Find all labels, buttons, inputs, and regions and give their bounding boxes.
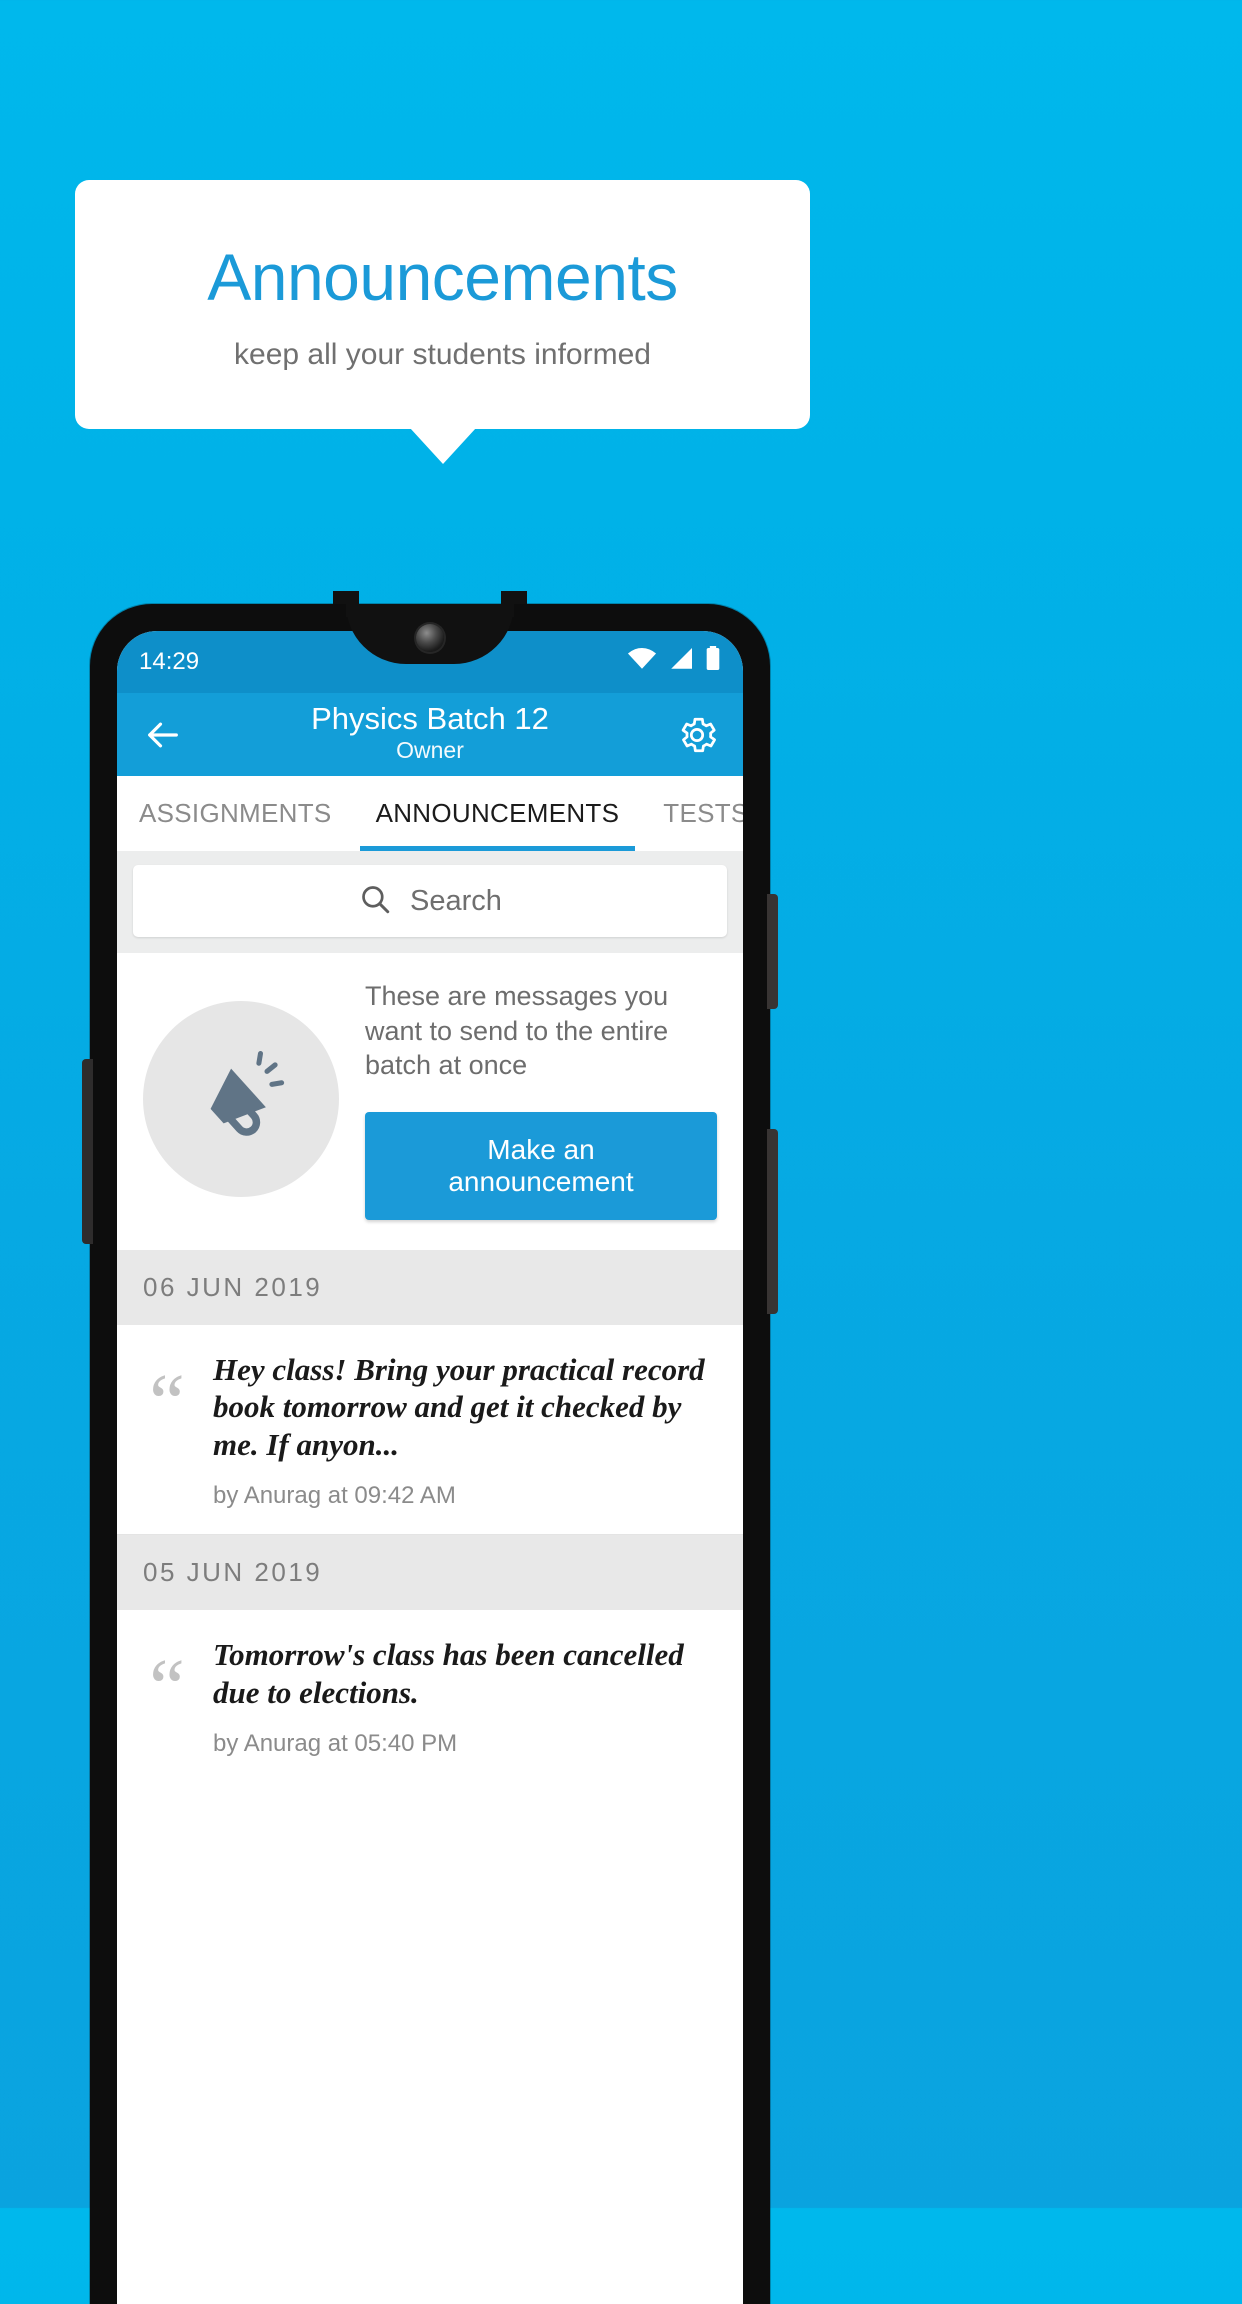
search-input[interactable]: Search [133, 865, 727, 937]
front-camera-icon [416, 624, 444, 652]
search-placeholder: Search [410, 884, 502, 917]
tab-announcements[interactable]: ANNOUNCEMENTS [354, 776, 642, 851]
search-icon [358, 882, 392, 921]
announcement-body: Hey class! Bring your practical record b… [213, 1351, 725, 1510]
announcement-item[interactable]: “ Tomorrow's class has been cancelled du… [117, 1610, 743, 1782]
tab-bar[interactable]: ASSIGNMENTS ANNOUNCEMENTS TESTS V [117, 776, 743, 851]
promo-subtitle: keep all your students informed [234, 338, 651, 372]
battery-icon [705, 645, 721, 677]
announcement-meta: by Anurag at 09:42 AM [213, 1482, 456, 1510]
gear-icon [681, 717, 716, 752]
phone-volume-button[interactable] [767, 894, 778, 1009]
empty-state-description: These are messages you want to send to t… [365, 981, 669, 1081]
announcement-meta: by Anurag at 05:40 PM [213, 1729, 458, 1757]
settings-button[interactable] [673, 711, 721, 759]
phone-power-button[interactable] [767, 1129, 778, 1314]
page-subtitle: Owner [396, 737, 464, 764]
status-time: 14:29 [139, 648, 200, 675]
tab-tests[interactable]: TESTS [641, 776, 743, 851]
status-icons [627, 645, 721, 679]
promo-card: Announcements keep all your students inf… [75, 180, 810, 429]
phone-left-button[interactable] [82, 1059, 93, 1244]
tab-assignments[interactable]: ASSIGNMENTS [117, 776, 354, 851]
date-header: 05 JUN 2019 [117, 1535, 743, 1611]
promo-card-tail [410, 428, 476, 464]
megaphone-badge [143, 1001, 339, 1198]
announcement-item[interactable]: “ Hey class! Bring your practical record… [117, 1324, 743, 1535]
megaphone-icon [210, 1051, 285, 1137]
make-announcement-button[interactable]: Make an announcement [365, 1111, 717, 1220]
phone-frame: 14:29 Physics Batch 12 Owner ASSIGNMENTS… [82, 604, 778, 2304]
search-section: Search [117, 851, 743, 953]
signal-icon [668, 647, 694, 677]
page-title: Physics Batch 12 [311, 700, 549, 736]
empty-state-section: These are messages you want to send to t… [117, 953, 743, 1250]
back-button[interactable] [139, 711, 187, 759]
app-bar: Physics Batch 12 Owner [117, 693, 743, 776]
phone-screen: 14:29 Physics Batch 12 Owner ASSIGNMENTS… [117, 631, 743, 2304]
announcement-text: Tomorrow's class has been cancelled due … [213, 1637, 684, 1710]
announcement-text: Hey class! Bring your practical record b… [213, 1351, 705, 1463]
back-arrow-icon [148, 722, 178, 747]
date-header: 06 JUN 2019 [117, 1249, 743, 1325]
promo-title: Announcements [207, 239, 678, 314]
wifi-icon [627, 647, 657, 677]
announcement-body: Tomorrow's class has been cancelled due … [213, 1636, 725, 1758]
quote-icon: “ [149, 1644, 185, 1733]
empty-state-content: These are messages you want to send to t… [365, 979, 717, 1220]
app-bar-titles: Physics Batch 12 Owner [187, 701, 673, 765]
quote-icon: “ [149, 1358, 185, 1447]
